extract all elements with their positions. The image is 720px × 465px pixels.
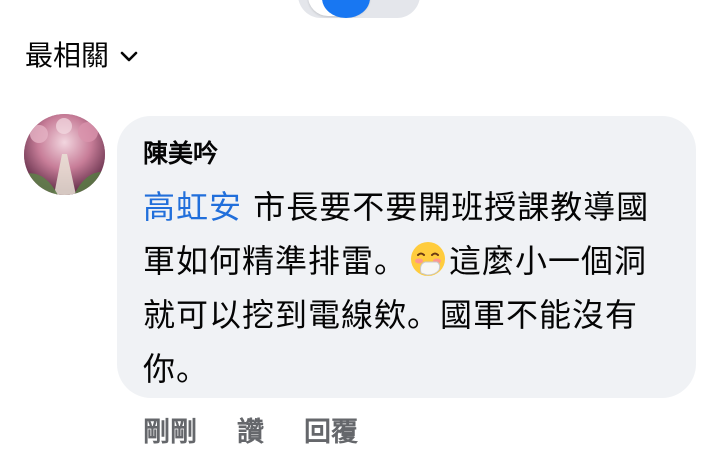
comment-actions: 剛剛 讚 回覆 [143,413,358,453]
sort-label: 最相關 [25,39,110,72]
face-with-hand-over-mouth-emoji-icon [409,240,447,278]
comment-text: 高虹安 市長要不要開班授課教導國軍如何精準排雷。 這麼小一個洞就可以挖到電線欸。… [143,180,673,396]
top-toggle-knob [308,0,370,18]
top-toggle-control[interactable] [298,0,420,18]
sort-dropdown[interactable]: 最相關 [25,36,139,76]
like-button[interactable]: 讚 [237,413,264,453]
top-toggle-icon [322,0,370,18]
comment-timestamp: 剛剛 [143,417,197,448]
mention-link[interactable]: 高虹安 [143,188,242,226]
reply-button[interactable]: 回覆 [304,413,358,453]
avatar[interactable] [24,114,105,195]
comment-author[interactable]: 陳美吟 [143,134,218,174]
chevron-down-icon [119,47,139,67]
comment-screen: 最相關 陳美吟 高虹安 市長要不要開班授課教導國軍如何精準排雷。 這麼小一個洞就… [0,0,720,465]
